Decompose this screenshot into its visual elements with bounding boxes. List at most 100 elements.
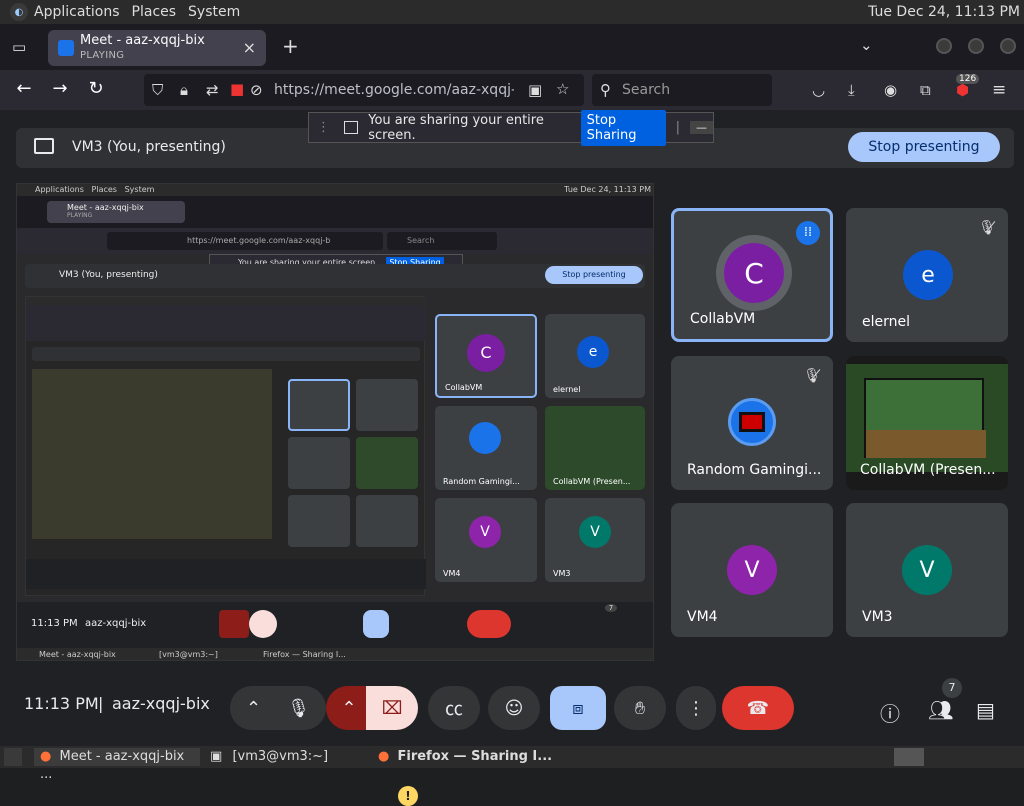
participant-tile-collabvm[interactable]: C ⁞⁞ CollabVM <box>671 208 833 342</box>
present-button[interactable]: ⧈ <box>550 686 606 730</box>
inner-cam-off <box>249 610 277 638</box>
more-options-button[interactable]: ⋮ <box>676 686 716 730</box>
search-box[interactable]: ⚲ Search <box>592 74 772 106</box>
workspace-switcher[interactable] <box>894 748 924 766</box>
avatar-elernel: e <box>903 250 953 300</box>
terminal-icon: ▣ <box>210 749 223 764</box>
deep-tile-5 <box>288 495 350 547</box>
avatar-collabvm: C <box>724 243 784 303</box>
people-count-badge: 7 <box>942 678 962 698</box>
applications-menu[interactable]: Applications <box>34 4 120 20</box>
inner-places: Places <box>91 185 117 194</box>
present-screen-icon <box>34 138 54 154</box>
maximize-icon[interactable] <box>968 38 984 54</box>
search-placeholder: Search <box>622 82 671 98</box>
inner-apps: Applications <box>35 185 84 194</box>
participant-name: VM4 <box>687 609 718 625</box>
participant-name: CollabVM (Presen... <box>860 462 996 478</box>
participant-tile-vm4[interactable]: V VM4 <box>671 503 833 637</box>
participant-tile-elernel[interactable]: e 🎙︎̸ elernel <box>846 208 1008 342</box>
system-menu[interactable]: System <box>188 4 240 20</box>
inner-tile-6: V VM3 <box>545 498 645 582</box>
chat-icon[interactable]: ▤ <box>976 698 995 722</box>
captions-button[interactable]: ㏄ <box>428 686 480 730</box>
forward-icon[interactable]: → <box>48 78 72 99</box>
account-icon[interactable]: ◉ <box>884 81 897 99</box>
taskbar-item-label: Meet - aaz-xqqj-bix ... <box>40 749 185 782</box>
panel-clock[interactable]: Tue Dec 24, 11:13 PM <box>868 4 1020 20</box>
tab-overview-icon[interactable]: ▭ <box>12 38 26 56</box>
minimize-sharing-button[interactable]: — <box>690 121 713 134</box>
stop-presenting-button[interactable]: Stop presenting <box>848 132 1000 162</box>
taskbar-item-meet[interactable]: ● Meet - aaz-xqqj-bix ... <box>34 748 200 782</box>
reader-view-icon[interactable]: ▣ <box>528 81 542 99</box>
inner-tab-status: PLAYING <box>67 212 93 219</box>
participant-tile-collabvm-presenting[interactable]: CollabVM (Presen... <box>846 356 1008 490</box>
pocket-icon[interactable]: ◡ <box>812 81 825 99</box>
permissions-icon[interactable]: ⇄ <box>206 81 219 99</box>
screen-icon <box>344 121 359 134</box>
list-tabs-icon[interactable]: ⌄ <box>860 36 873 54</box>
menu-icon[interactable]: ≡ <box>992 80 1006 100</box>
taskbar-item-label: [vm3@vm3:~] <box>232 749 329 764</box>
deep-tile-3 <box>288 437 350 489</box>
screen-share-indicator-icon[interactable]: ■ <box>230 80 244 98</box>
reload-icon[interactable]: ↻ <box>84 78 108 99</box>
inner-search: Search <box>387 232 497 250</box>
shared-screen: Applications Places System Tue Dec 24, 1… <box>16 183 654 661</box>
present-icon: ⧈ <box>572 697 584 719</box>
stop-sharing-button[interactable]: Stop Sharing <box>580 109 666 146</box>
inner-shared-screen <box>25 296 426 596</box>
audio-options-button[interactable]: ⌃ 🎙︎ <box>230 686 326 730</box>
raise-hand-button[interactable]: ✋︎ <box>614 686 666 730</box>
deep-tile-6 <box>356 495 418 547</box>
show-desktop-icon[interactable] <box>4 748 22 766</box>
deep-screen <box>32 369 272 539</box>
back-icon[interactable]: ← <box>12 78 36 99</box>
new-tab-button[interactable]: + <box>282 34 299 58</box>
reactions-button[interactable]: ☺ <box>488 686 540 730</box>
participant-tile-vm3[interactable]: V VM3 <box>846 503 1008 637</box>
speaking-indicator-icon: ⁞⁞ <box>796 221 820 245</box>
camera-off-button[interactable]: ⌧ <box>366 686 418 730</box>
autoplay-icon[interactable]: ⊘ <box>250 81 263 99</box>
taskbar-item-terminal[interactable]: ▣ [vm3@vm3:~] <box>206 748 356 766</box>
meet-app: VM3 (You, presenting) Stop presenting Ap… <box>0 110 1024 806</box>
meeting-details-icon[interactable]: ⓘ <box>880 698 900 727</box>
shield-icon[interactable]: ⛉ <box>152 81 163 99</box>
ublock-badge: 126 <box>956 74 980 84</box>
inner-tab: Meet - aaz-xqqj-bix PLAYING <box>47 201 185 223</box>
inner-tile-4: CollabVM (Presen... <box>545 406 645 490</box>
inner-task-1: Meet - aaz-xqqj-bix <box>39 650 116 659</box>
minimize-icon[interactable] <box>936 38 952 54</box>
close-window-icon[interactable] <box>1000 38 1016 54</box>
distro-logo-icon[interactable]: ◐ <box>10 3 28 21</box>
inner-tile-5: V VM4 <box>435 498 537 582</box>
mic-icon: 🎙︎ <box>287 697 310 719</box>
inner-controls: 11:13 PM aaz-xqqj-bix 7 <box>17 602 653 648</box>
places-menu[interactable]: Places <box>132 4 177 20</box>
inner-tabbar: Meet - aaz-xqqj-bix PLAYING <box>17 196 653 228</box>
participant-tile-random-gaming[interactable]: 🎙︎̸ Random Gamingi... <box>671 356 833 490</box>
url-bar[interactable]: ⛉ 🔒︎ ⇄ ■ ⊘ https://meet.google.com/aaz-x… <box>144 74 584 106</box>
taskbar-item-firefox-sharing[interactable]: ● Firefox — Sharing I... <box>374 748 554 766</box>
extensions-icon[interactable]: ⧉ <box>920 81 931 99</box>
tab-meet[interactable]: Meet - aaz-xqqj-bix PLAYING × <box>48 30 266 66</box>
bookmark-star-icon[interactable]: ☆ <box>556 80 569 98</box>
people-icon[interactable]: 👥︎ <box>928 698 953 722</box>
participant-name: CollabVM <box>690 311 756 327</box>
url-text[interactable]: https://meet.google.com/aaz-xqqj-bix <box>274 82 514 98</box>
top-panel: ◐ Applications Places System Tue Dec 24,… <box>0 0 1024 24</box>
tab-close-icon[interactable]: × <box>243 38 256 57</box>
lock-icon[interactable]: 🔒︎ <box>180 81 188 99</box>
presenting-label: VM3 (You, presenting) <box>72 139 226 155</box>
inner-name-5: VM4 <box>443 569 461 578</box>
leave-call-button[interactable]: ☎︎ <box>722 686 794 730</box>
downloads-icon[interactable]: ⤓ <box>848 81 855 99</box>
drag-handle-icon[interactable]: ⋮ <box>317 120 330 135</box>
inner-panel: Applications Places System Tue Dec 24, 1… <box>17 184 653 196</box>
sharing-indicator-bar: ⋮ You are sharing your entire screen. St… <box>308 109 714 146</box>
avatar-random-gaming <box>728 398 776 446</box>
camera-off-icon: ⌧ <box>381 697 403 719</box>
deep-header <box>32 347 420 361</box>
